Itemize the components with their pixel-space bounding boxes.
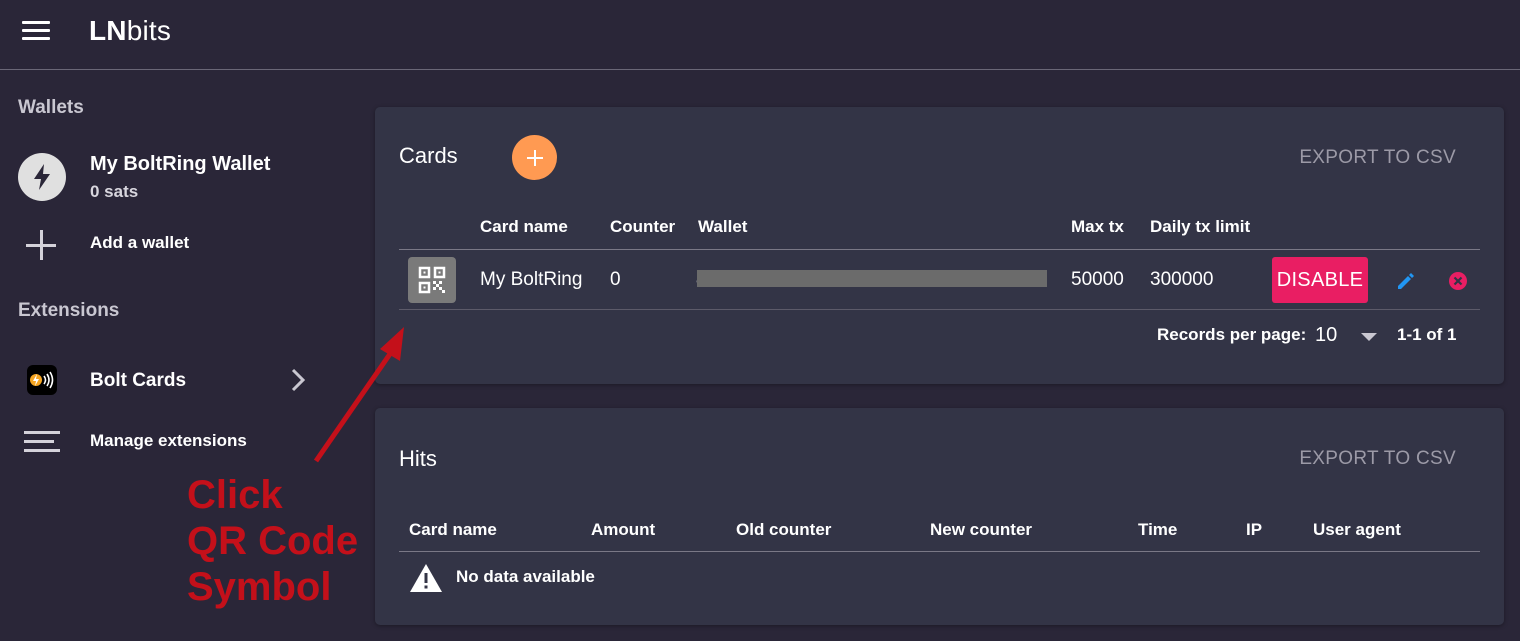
table-row: My BoltRing 0 a 50000 300000 DISABLE — [399, 250, 1480, 310]
plus-icon — [26, 230, 56, 260]
card-name-cell: My BoltRing — [480, 269, 583, 290]
wallet-redaction — [697, 270, 1047, 287]
export-csv-button[interactable]: EXPORT TO CSV — [1299, 147, 1456, 169]
sidebar-item-bolt-cards[interactable]: Bolt Cards — [18, 361, 308, 401]
add-wallet-button[interactable]: Add a wallet — [18, 226, 338, 262]
empty-state: No data available — [409, 562, 709, 596]
column-header[interactable]: Max tx — [1071, 217, 1124, 237]
caret-down-icon — [1361, 333, 1377, 341]
manage-extensions-button[interactable]: Manage extensions — [18, 425, 308, 459]
annotation-text: Click QR Code Symbol — [187, 472, 358, 610]
column-header[interactable]: Old counter — [736, 520, 831, 540]
add-card-button[interactable] — [512, 135, 557, 180]
wallet-balance: 0 sats — [90, 182, 139, 201]
wallet-name: My BoltRing Wallet — [90, 153, 271, 175]
empty-state-label: No data available — [456, 567, 595, 586]
column-header[interactable]: Daily tx limit — [1150, 217, 1250, 237]
column-header[interactable]: Counter — [610, 217, 675, 237]
column-header[interactable]: New counter — [930, 520, 1032, 540]
edit-icon[interactable] — [1395, 270, 1417, 292]
column-header[interactable]: Amount — [591, 520, 655, 540]
annotation-line: Symbol — [187, 565, 332, 609]
daily-limit-cell: 300000 — [1150, 269, 1214, 290]
bolt-cards-icon — [27, 365, 57, 395]
export-csv-button[interactable]: EXPORT TO CSV — [1299, 448, 1456, 470]
records-per-page-label: Records per page: — [1157, 325, 1307, 344]
column-header[interactable]: Time — [1138, 520, 1177, 540]
manage-lines-icon — [24, 431, 60, 453]
hits-panel: Hits EXPORT TO CSV Card name Amount Old … — [375, 408, 1504, 625]
menu-icon[interactable] — [22, 21, 52, 43]
max-tx-cell: 50000 — [1071, 269, 1124, 290]
app-logo[interactable]: LNbits — [89, 15, 171, 47]
column-header[interactable]: Card name — [409, 520, 497, 540]
extensions-heading: Extensions — [18, 300, 120, 321]
column-header[interactable]: Wallet — [698, 217, 747, 237]
hits-table-header: Card name Amount Old counter New counter… — [399, 508, 1480, 552]
column-header[interactable]: Card name — [480, 217, 568, 237]
column-header[interactable]: User agent — [1313, 520, 1401, 540]
delete-icon[interactable] — [1447, 270, 1469, 292]
bolt-cards-label: Bolt Cards — [90, 370, 187, 391]
wallets-heading: Wallets — [18, 97, 84, 118]
add-wallet-label: Add a wallet — [90, 233, 190, 252]
bolt-icon — [34, 164, 50, 190]
column-header[interactable]: IP — [1246, 520, 1262, 540]
top-bar: LNbits — [0, 0, 1520, 70]
cards-table-header: Card name Counter Wallet Max tx Daily tx… — [399, 205, 1480, 250]
sidebar-item-wallet[interactable]: My BoltRing Wallet 0 sats — [18, 151, 338, 207]
records-per-page-value: 10 — [1315, 324, 1338, 346]
cards-title: Cards — [399, 143, 458, 168]
annotation-arrow — [313, 327, 404, 463]
annotation-line: Click — [187, 473, 283, 517]
disable-button[interactable]: DISABLE — [1272, 257, 1368, 303]
annotation-line: QR Code — [187, 519, 359, 563]
qr-code-icon — [418, 266, 446, 294]
manage-extensions-label: Manage extensions — [90, 431, 247, 450]
cards-panel: Cards EXPORT TO CSV Card name Counter Wa… — [375, 107, 1504, 384]
qr-code-button[interactable] — [408, 257, 456, 303]
records-per-page-select[interactable]: 10 — [1315, 321, 1385, 351]
wallet-avatar — [18, 153, 66, 201]
pagination-range: 1-1 of 1 — [1397, 325, 1457, 344]
warning-icon — [410, 564, 442, 592]
counter-cell: 0 — [610, 269, 621, 290]
plus-icon — [526, 149, 543, 166]
